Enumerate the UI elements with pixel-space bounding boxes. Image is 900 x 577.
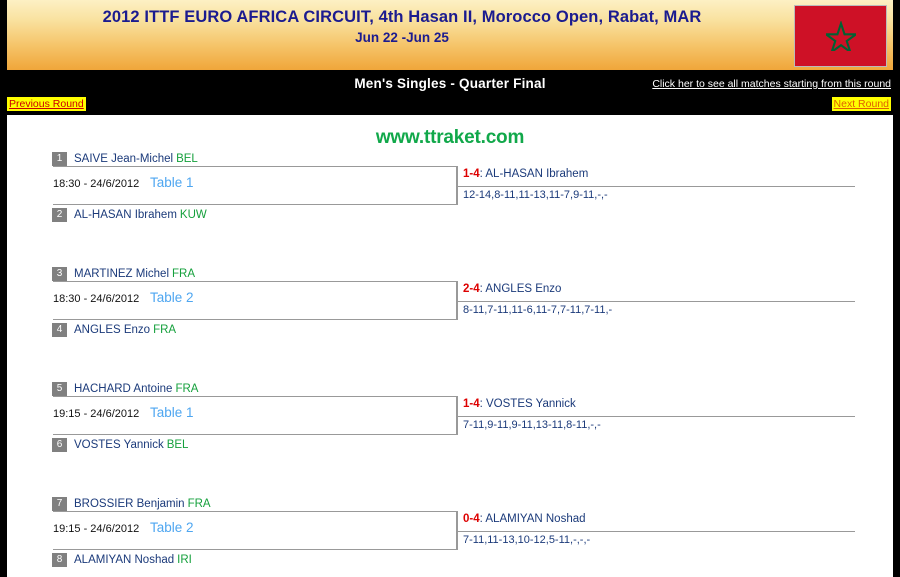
player-row-bottom: 4 ANGLES Enzo FRA (52, 321, 452, 338)
player-row-top: 5 HACHARD Antoine FRA (52, 380, 452, 397)
result-score-value: 0-4 (463, 513, 480, 525)
match-block: 5 HACHARD Antoine FRA 19:15 - 24/6/2012 Ta… (7, 348, 893, 452)
seed-badge: 8 (52, 552, 67, 567)
player-row-top: 1 SAIVE Jean-Michel BEL (52, 150, 452, 167)
set-scores: 7-11,11-13,10-12,5-11,-,-,- (463, 534, 591, 546)
player-name: ANGLES Enzo (74, 323, 151, 336)
player-name: SAIVE Jean-Michel (74, 152, 174, 165)
flag-star-icon (825, 21, 856, 51)
player-row-top: 3 MARTINEZ Michel FRA (52, 265, 452, 282)
result-divider (458, 416, 855, 417)
result-divider (458, 531, 855, 532)
player-name: ALAMIYAN Noshad (74, 553, 175, 566)
player-row-bottom: 8 ALAMIYAN Noshad IRI (52, 551, 452, 568)
player-association: KUW (179, 208, 207, 221)
player-association: FRA (187, 497, 211, 510)
set-scores: 8-11,7-11,11-6,11-7,7-11,7-11,- (463, 304, 613, 316)
round-navigation-bar: Men's Singles - Quarter Final Click her … (7, 70, 893, 115)
seed-badge: 4 (52, 322, 67, 337)
match-result: 1-4: VOSTES Yannick (463, 398, 576, 410)
match-time: 19:15 - 24/6/2012 (53, 408, 140, 420)
player-association: BEL (166, 438, 189, 451)
header-banner: 2012 ITTF EURO AFRICA CIRCUIT, 4th Hasan… (7, 0, 893, 70)
player-row-bottom: 2 AL-HASAN Ibrahem KUW (52, 206, 452, 223)
banner-title-group: 2012 ITTF EURO AFRICA CIRCUIT, 4th Hasan… (7, 6, 797, 48)
player-association: IRI (177, 553, 192, 566)
player-name: BROSSIER Benjamin (74, 497, 185, 510)
next-round-button[interactable]: Next Round (831, 97, 891, 111)
seed-badge: 3 (52, 266, 67, 281)
result-winner-name: : ALAMIYAN Noshad (479, 513, 586, 525)
match-block: 3 MARTINEZ Michel FRA 18:30 - 24/6/2012 Ta… (7, 233, 893, 337)
player-name: HACHARD Antoine (74, 382, 173, 395)
result-winner-name: : AL-HASAN Ibrahem (479, 168, 589, 180)
player-association: FRA (175, 382, 199, 395)
morocco-flag-icon (794, 5, 887, 67)
result-winner-name: : VOSTES Yannick (479, 398, 576, 410)
result-divider (458, 186, 855, 187)
player-name: VOSTES Yannick (74, 438, 164, 451)
set-scores: 7-11,9-11,9-11,13-11,8-11,-,- (463, 419, 601, 431)
match-time: 19:15 - 24/6/2012 (53, 523, 140, 535)
result-score-value: 1-4 (463, 168, 480, 180)
result-winner-name: : ANGLES Enzo (479, 283, 562, 295)
match-block: 7 BROSSIER Benjamin FRA 19:15 - 24/6/2012 … (7, 463, 893, 567)
seed-badge: 6 (52, 437, 67, 452)
set-scores: 12-14,8-11,11-13,11-7,9-11,-,- (463, 189, 608, 201)
match-result: 0-4: ALAMIYAN Noshad (463, 513, 586, 525)
match-time: 18:30 - 24/6/2012 (53, 293, 140, 305)
match-block: 1 SAIVE Jean-Michel BEL 18:30 - 24/6/2012 … (7, 118, 893, 222)
seed-badge: 5 (52, 381, 67, 396)
match-time: 18:30 - 24/6/2012 (53, 178, 140, 190)
player-row-bottom: 6 VOSTES Yannick BEL (52, 436, 452, 453)
player-association: FRA (153, 323, 177, 336)
result-score-value: 1-4 (463, 398, 480, 410)
tournament-title: 2012 ITTF EURO AFRICA CIRCUIT, 4th Hasan… (102, 8, 702, 26)
match-table-number: Table 1 (150, 175, 194, 190)
previous-round-button[interactable]: Previous Round (7, 97, 86, 111)
seed-badge: 1 (52, 151, 67, 166)
match-table-number: Table 1 (150, 405, 194, 420)
all-matches-link[interactable]: Click her to see all matches starting fr… (652, 78, 891, 90)
player-row-top: 7 BROSSIER Benjamin FRA (52, 495, 452, 512)
player-association: BEL (176, 152, 198, 165)
player-name: MARTINEZ Michel (74, 267, 169, 280)
match-table-number: Table 2 (150, 520, 194, 535)
seed-badge: 7 (52, 496, 67, 511)
seed-badge: 2 (52, 207, 67, 222)
bracket-page: 2012 ITTF EURO AFRICA CIRCUIT, 4th Hasan… (0, 0, 900, 577)
player-association: FRA (172, 267, 195, 280)
match-result: 2-4: ANGLES Enzo (463, 283, 561, 295)
player-name: AL-HASAN Ibrahem (74, 208, 177, 221)
result-score-value: 2-4 (463, 283, 480, 295)
match-table-number: Table 2 (150, 290, 194, 305)
tournament-dates: Jun 22 -Jun 25 (355, 30, 449, 45)
result-divider (458, 301, 855, 302)
match-result: 1-4: AL-HASAN Ibrahem (463, 168, 588, 180)
